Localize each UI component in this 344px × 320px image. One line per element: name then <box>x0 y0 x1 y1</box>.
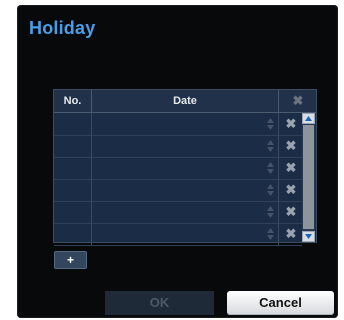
column-header-no: No. <box>54 90 92 112</box>
dialog-title: Holiday <box>29 18 96 38</box>
add-holiday-button[interactable]: + <box>54 251 87 269</box>
delete-row-icon[interactable]: ✖ <box>281 113 301 135</box>
delete-row-icon[interactable]: ✖ <box>281 157 301 179</box>
date-spinner-icon[interactable] <box>267 183 274 197</box>
arrow-down-icon <box>305 234 312 239</box>
holiday-table: No. Date ✖ ✖ ✖ ✖ ✖ ✖ ✖ <box>53 89 317 246</box>
date-field[interactable] <box>92 223 279 245</box>
delete-row-icon[interactable]: ✖ <box>281 179 301 201</box>
cancel-button[interactable]: Cancel <box>227 291 334 315</box>
delete-row-icon[interactable]: ✖ <box>281 201 301 223</box>
table-row[interactable]: ✖ <box>54 157 302 180</box>
date-spinner-icon[interactable] <box>267 139 274 153</box>
date-spinner-icon[interactable] <box>267 117 274 131</box>
delete-row-icon[interactable]: ✖ <box>281 135 301 157</box>
scroll-up-button[interactable] <box>302 113 315 124</box>
cell-no <box>54 179 92 201</box>
delete-row-icon[interactable]: ✖ <box>281 223 301 245</box>
date-spinner-icon[interactable] <box>267 161 274 175</box>
date-field[interactable] <box>92 113 279 135</box>
date-spinner-icon[interactable] <box>267 227 274 241</box>
date-field[interactable] <box>92 201 279 223</box>
table-header: No. Date ✖ <box>54 90 316 113</box>
ok-button[interactable]: OK <box>105 291 214 315</box>
holiday-dialog: Holiday No. Date ✖ ✖ ✖ ✖ ✖ ✖ ✖ + OK Cancel <box>17 5 338 318</box>
cell-no <box>54 201 92 223</box>
column-header-date: Date <box>92 90 279 112</box>
date-field[interactable] <box>92 179 279 201</box>
arrow-up-icon <box>305 116 312 121</box>
date-field[interactable] <box>92 157 279 179</box>
cell-no <box>54 223 92 245</box>
table-row[interactable]: ✖ <box>54 201 302 224</box>
table-row[interactable]: ✖ <box>54 113 302 136</box>
table-row[interactable]: ✖ <box>54 223 302 246</box>
table-row[interactable]: ✖ <box>54 135 302 158</box>
scroll-thumb[interactable] <box>303 125 314 229</box>
table-row[interactable]: ✖ <box>54 179 302 202</box>
cell-no <box>54 157 92 179</box>
close-icon: ✖ <box>292 93 304 108</box>
date-field[interactable] <box>92 135 279 157</box>
date-spinner-icon[interactable] <box>267 205 274 219</box>
scrollbar[interactable] <box>302 113 315 242</box>
cell-no <box>54 113 92 135</box>
cell-no <box>54 135 92 157</box>
scroll-down-button[interactable] <box>302 231 315 242</box>
